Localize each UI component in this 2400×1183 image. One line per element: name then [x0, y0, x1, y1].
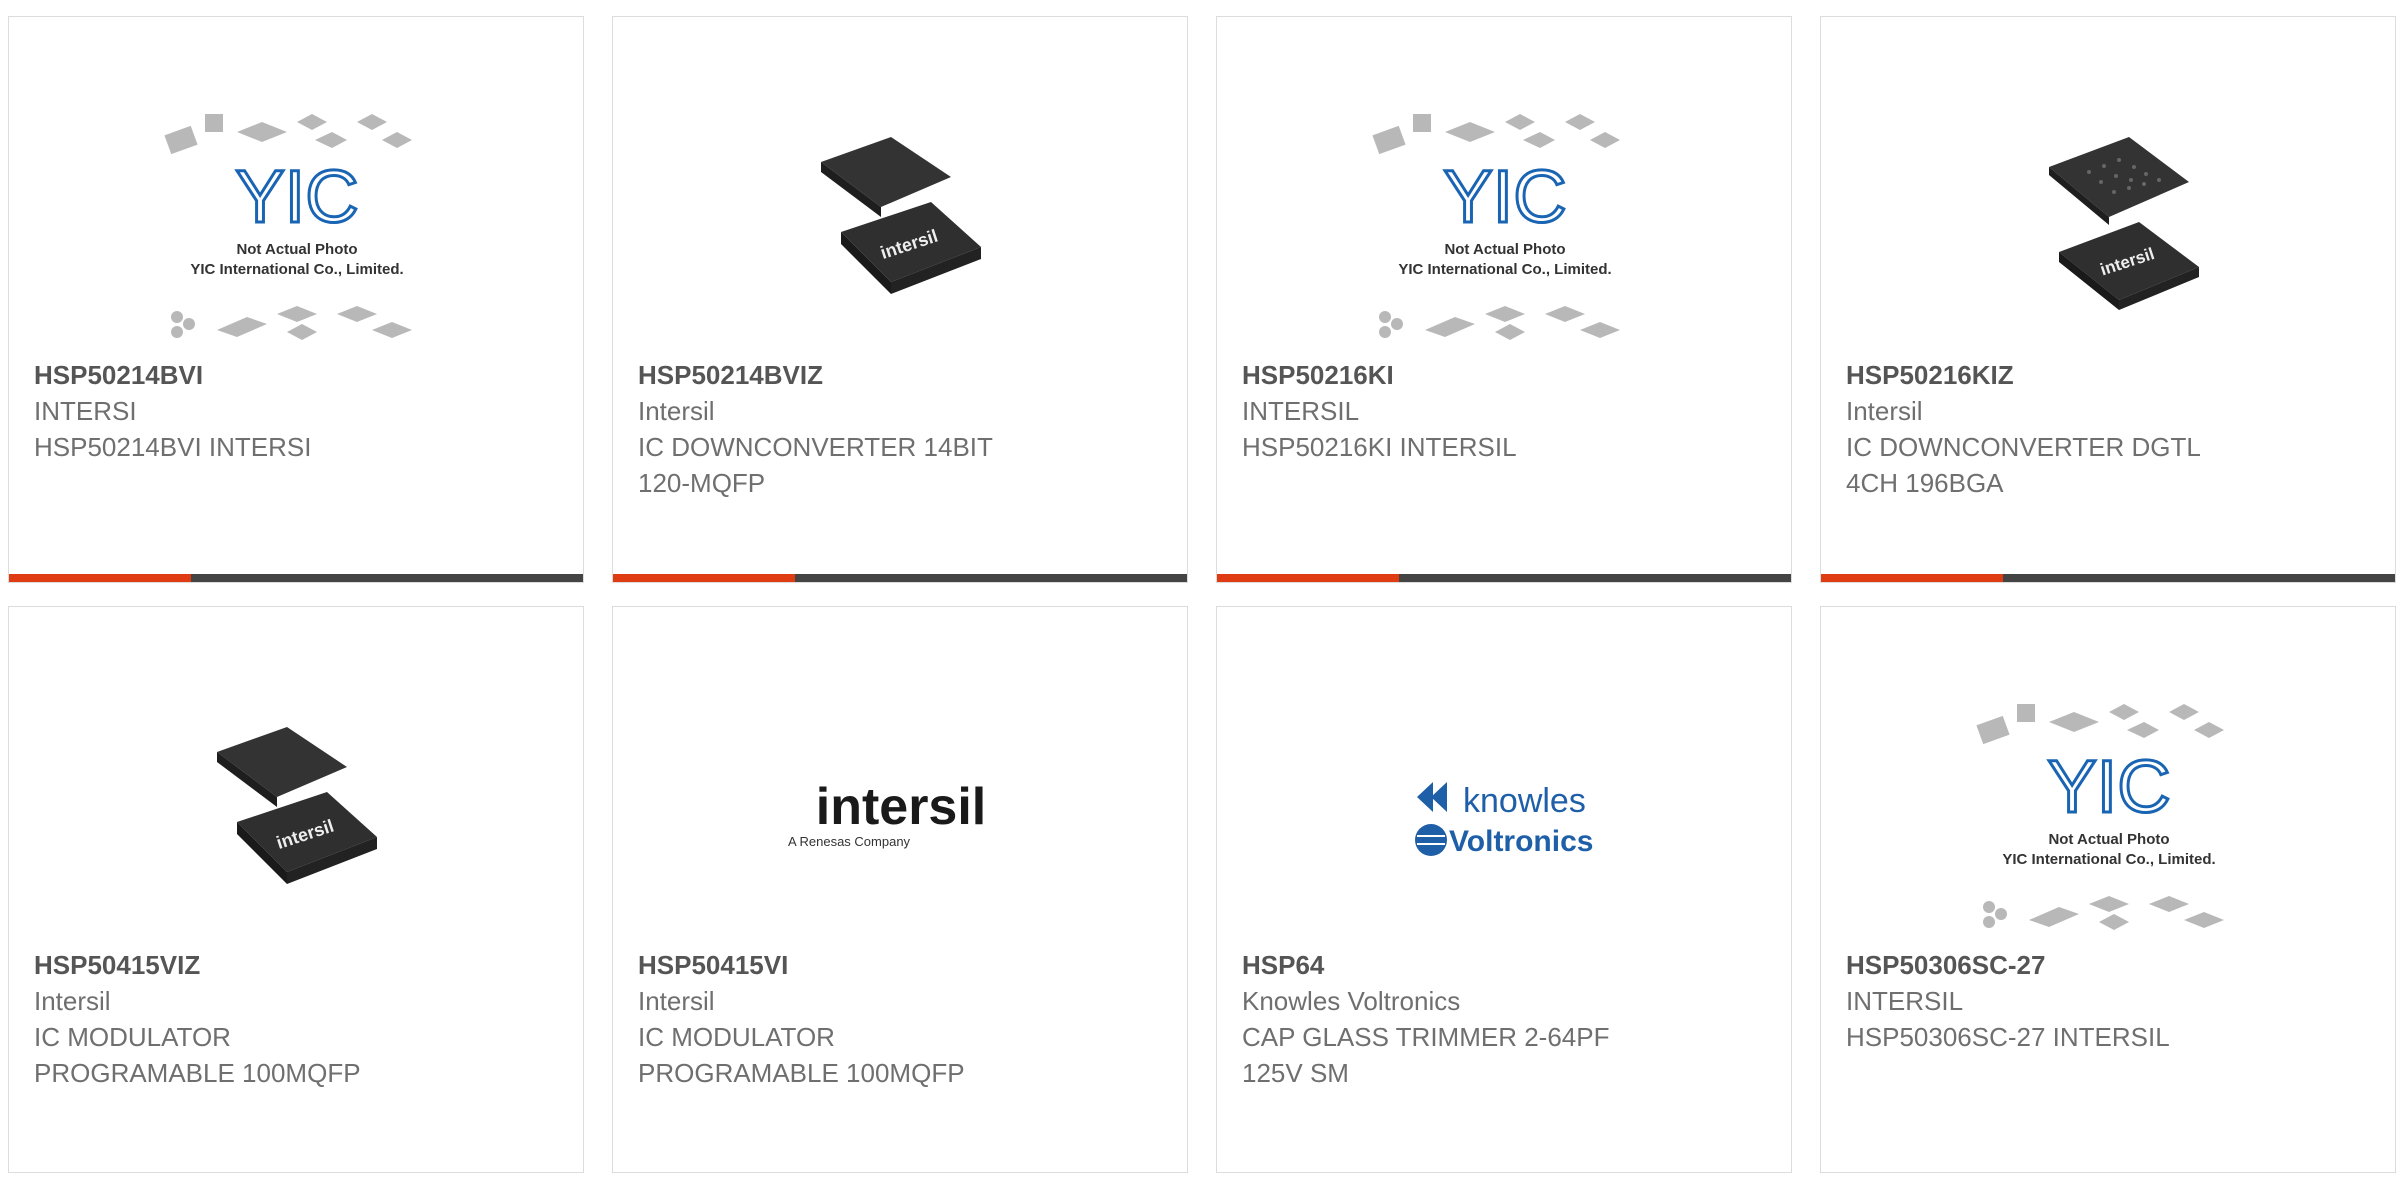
description-line: HSP50214BVI INTERSI [34, 432, 312, 462]
knowles-voltronics-logo-image: knowles Voltronics [1415, 782, 1593, 858]
description-line: IC DOWNCONVERTER 14BIT [638, 432, 993, 462]
description-line: IC DOWNCONVERTER DGTL [1846, 432, 2201, 462]
description-line: HSP50306SC-27 INTERSIL [1846, 1022, 2170, 1052]
part-number[interactable]: HSP50415VI [638, 947, 1158, 983]
manufacturer: Intersil [34, 986, 111, 1016]
description-line: 120-MQFP [638, 468, 766, 498]
card-bottom-bar [1821, 574, 2395, 582]
logo-line2-text: Voltronics [1449, 825, 1593, 858]
product-image[interactable]: intersil [119, 682, 475, 962]
description-line: PROGRAMABLE 100MQFP [638, 1058, 965, 1088]
product-card[interactable]: knowles Voltronics HSP64 Knowles Voltron… [1216, 606, 1792, 1173]
card-accent-bar [9, 574, 191, 582]
description-line: 4CH 196BGA [1846, 468, 2004, 498]
product-image[interactable]: YIC Not Actual Photo YIC International C… [1931, 682, 2287, 962]
product-card[interactable]: intersil HSP50415VIZ Intersil IC MODULAT… [8, 606, 584, 1173]
yic-logo: YIC [2047, 745, 2170, 828]
yic-placeholder-image: YIC Not Actual Photo YIC International C… [1372, 114, 1620, 340]
yic-logo: YIC [235, 155, 358, 238]
product-card[interactable]: intersil HSP50216KIZ Intersil IC DOWNCON… [1820, 16, 2396, 583]
manufacturer: INTERSI [34, 396, 137, 426]
logo-sub-text: A Renesas Company [788, 834, 911, 849]
product-image[interactable]: intersil A Renesas Company [723, 682, 1079, 962]
product-card[interactable]: intersil A Renesas Company HSP50415VI In… [612, 606, 1188, 1173]
manufacturer: Knowles Voltronics [1242, 986, 1461, 1016]
svg-text:Not Actual Photo: Not Actual Photo [236, 241, 357, 258]
yic-placeholder-image: YIC Not Actual Photo YIC International C… [164, 114, 412, 340]
manufacturer: Intersil [638, 396, 715, 426]
part-number[interactable]: HSP50415VIZ [34, 947, 554, 983]
card-accent-bar [613, 574, 795, 582]
card-bottom-bar [1217, 574, 1791, 582]
logo-main-text: intersil [816, 778, 987, 836]
part-number[interactable]: HSP50216KI [1242, 357, 1762, 393]
description-line: 125V SM [1242, 1058, 1349, 1088]
card-bottom-bar [9, 574, 583, 582]
part-number[interactable]: HSP50214BVI [34, 357, 554, 393]
yic-logo: YIC [1443, 155, 1566, 238]
product-image[interactable]: YIC Not Actual Photo YIC International C… [119, 92, 475, 372]
card-accent-bar [1821, 574, 2003, 582]
card-bottom-bar [613, 574, 1187, 582]
part-number[interactable]: HSP50214BVIZ [638, 357, 1158, 393]
manufacturer: Intersil [638, 986, 715, 1016]
logo-line1-text: knowles [1463, 782, 1586, 820]
description-line: IC MODULATOR [638, 1022, 835, 1052]
card-accent-bar [1217, 574, 1399, 582]
product-grid: YIC Not Actual Photo YIC International C… [8, 16, 2400, 1183]
product-card[interactable]: intersil HSP50214BVIZ Intersil IC DOWNCO… [612, 16, 1188, 583]
product-image[interactable]: YIC Not Actual Photo YIC International C… [1327, 92, 1683, 372]
description-line: HSP50216KI INTERSIL [1242, 432, 1517, 462]
product-card[interactable]: YIC Not Actual Photo YIC International C… [8, 16, 584, 583]
yic-placeholder-image: YIC Not Actual Photo YIC International C… [1976, 704, 2224, 930]
description-line: PROGRAMABLE 100MQFP [34, 1058, 361, 1088]
product-image[interactable]: intersil [723, 92, 1079, 372]
part-number[interactable]: HSP50306SC-27 [1846, 947, 2366, 983]
description-line: CAP GLASS TRIMMER 2-64PF [1242, 1022, 1610, 1052]
description-line: IC MODULATOR [34, 1022, 231, 1052]
chip-mqfp-image: intersil [217, 727, 377, 884]
svg-text:YIC International Co., Limited: YIC International Co., Limited. [190, 261, 403, 278]
svg-text:Not Actual Photo: Not Actual Photo [2048, 831, 2169, 848]
svg-text:YIC International Co., Limited: YIC International Co., Limited. [2002, 851, 2215, 868]
intersil-logo-image: intersil A Renesas Company [788, 778, 987, 849]
svg-text:Not Actual Photo: Not Actual Photo [1444, 241, 1565, 258]
manufacturer: Intersil [1846, 396, 1923, 426]
part-number[interactable]: HSP50216KIZ [1846, 357, 2366, 393]
manufacturer: INTERSIL [1242, 396, 1360, 426]
product-image[interactable]: intersil [1931, 92, 2287, 372]
manufacturer: INTERSIL [1846, 986, 1964, 1016]
chip-bga-image: intersil [2049, 137, 2199, 310]
svg-text:YIC International Co., Limited: YIC International Co., Limited. [1398, 261, 1611, 278]
part-number[interactable]: HSP64 [1242, 947, 1762, 983]
product-image[interactable]: knowles Voltronics [1327, 682, 1683, 962]
product-card[interactable]: YIC Not Actual Photo YIC International C… [1820, 606, 2396, 1173]
product-card[interactable]: YIC Not Actual Photo YIC International C… [1216, 16, 1792, 583]
chip-mqfp-image: intersil [821, 137, 981, 294]
